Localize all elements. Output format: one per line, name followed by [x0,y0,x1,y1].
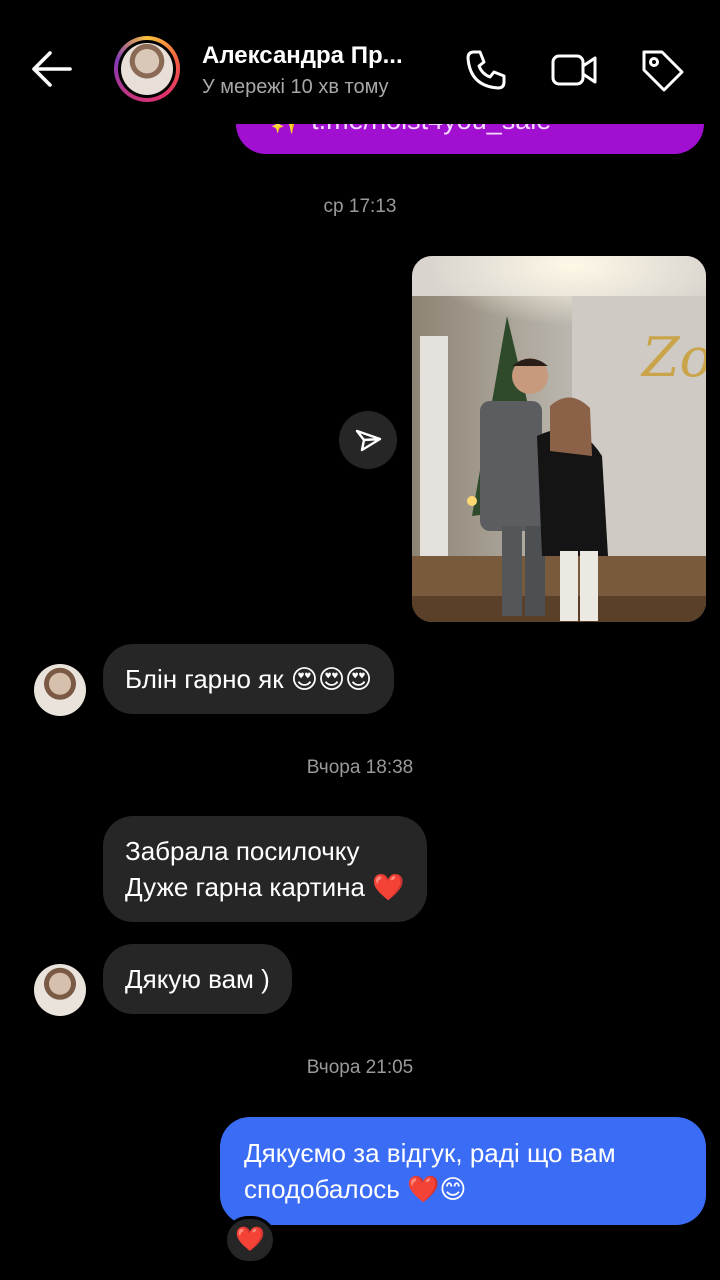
message-text: Блін гарно як 😍😍😍 [125,664,373,694]
timestamp: Вчора 18:38 [306,757,414,778]
send-icon [355,429,382,452]
chat-header: Александра Пр... У мережі 10 хв тому [0,0,720,124]
contact-avatar-story-ring[interactable] [114,36,180,102]
video-call-icon[interactable] [550,46,598,94]
incoming-message[interactable]: Забрала посилочку Дуже гарна картина ❤️ [103,816,427,922]
incoming-message[interactable]: Блін гарно як 😍😍😍 [103,644,395,714]
phone-icon[interactable] [462,46,510,94]
back-arrow-icon[interactable] [28,48,74,90]
avatar [121,43,173,95]
message-text: Дякуємо за відгук, раді що вам сподобало… [244,1138,616,1204]
timestamp: Вчора 21:05 [306,1057,414,1078]
svg-text:Zo: Zo [640,326,706,389]
couple-photo-image: Zo [412,256,706,622]
contact-avatar[interactable] [34,664,86,716]
outgoing-message[interactable]: Дякуємо за відгук, раді що вам сподобало… [220,1117,706,1225]
online-status: У мережі 10 хв тому [202,76,389,98]
heart-reaction[interactable]: ❤️ [224,1216,276,1264]
shared-photo[interactable]: Zo [412,256,706,622]
timestamp: ср 17:13 [323,196,397,217]
tag-icon[interactable] [638,46,686,94]
contact-name[interactable]: Александра Пр... [202,42,432,70]
message-text-line: Забрала посилочку [125,836,360,866]
contact-avatar[interactable] [34,964,86,1016]
message-text: Дякую вам ) [125,964,270,994]
share-button[interactable] [339,411,397,469]
message-text-line: Дуже гарна картина ❤️ [125,872,405,902]
incoming-message[interactable]: Дякую вам ) [103,944,292,1014]
